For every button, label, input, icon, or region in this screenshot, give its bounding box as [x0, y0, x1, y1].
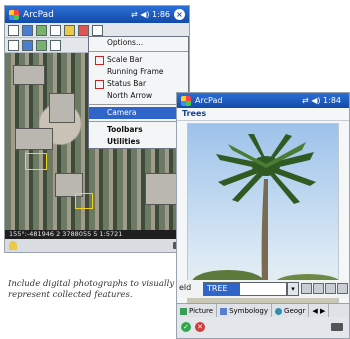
selected-feature[interactable]: [75, 193, 93, 209]
menu-item-north-arrow[interactable]: North Arrow: [89, 90, 188, 102]
zoom-icon[interactable]: [313, 283, 324, 294]
picture-icon: [180, 307, 187, 315]
globe-icon[interactable]: [22, 39, 33, 51]
command-bar: ✓ ✕: [177, 317, 349, 338]
view-menu: Options... Scale Bar Running Frame Statu…: [88, 36, 189, 149]
menu-item-camera[interactable]: Camera: [89, 107, 188, 119]
pointer-icon[interactable]: [8, 39, 19, 51]
tab-strip: Picture Symbology Geogr ◀ ▶: [177, 303, 349, 318]
tab-symbology[interactable]: Symbology: [217, 304, 273, 318]
building: [145, 173, 179, 205]
status-bar: 155°:-481946 2 3788055 5 1:5721: [5, 230, 189, 239]
building: [15, 128, 53, 150]
tool-icon[interactable]: [301, 283, 312, 294]
ok-button[interactable]: ✓: [181, 322, 191, 332]
building: [49, 93, 75, 123]
status-icons: ⇄ ◀) 1:86: [130, 10, 170, 19]
symbology-icon: [220, 307, 228, 315]
photo-icon[interactable]: [325, 283, 336, 294]
title-bar: ArcPad ⇄ ◀) 1:86 ×: [5, 6, 189, 23]
building: [13, 65, 45, 85]
tab-scroll[interactable]: ◀ ▶: [309, 304, 330, 318]
checkbox-icon: [95, 55, 104, 65]
tools-icon[interactable]: [78, 24, 89, 36]
save-icon[interactable]: [22, 24, 33, 36]
chevron-down-icon[interactable]: ▾: [287, 282, 299, 296]
menu-item-options[interactable]: Options...: [89, 37, 188, 49]
tab-geography[interactable]: Geogr: [272, 304, 310, 318]
menu-item-scale-bar[interactable]: Scale Bar: [89, 54, 188, 66]
more-icon[interactable]: [337, 283, 348, 294]
form-title: Trees: [177, 108, 349, 121]
gps-icon[interactable]: [64, 24, 75, 36]
open-icon[interactable]: [8, 24, 19, 36]
windows-start-icon[interactable]: [181, 95, 191, 106]
cancel-button[interactable]: ✕: [195, 322, 205, 332]
selected-feature[interactable]: [25, 153, 47, 170]
windows-start-icon[interactable]: [9, 9, 19, 20]
menu-item-running-frame[interactable]: Running Frame: [89, 66, 188, 78]
edit-icon[interactable]: [50, 24, 61, 36]
field-select[interactable]: TREE: [203, 282, 287, 296]
globe-icon: [275, 307, 283, 315]
lock-icon[interactable]: [9, 241, 17, 250]
keyboard-icon[interactable]: [331, 323, 343, 331]
zoom-icon[interactable]: [50, 39, 61, 51]
add-layer-icon[interactable]: [36, 24, 47, 36]
title-bar: ArcPad ⇄ ◀) 1:84: [177, 93, 349, 108]
menu-icon[interactable]: [92, 24, 103, 36]
status-icons: ⇄ ◀) 1:84: [301, 96, 341, 105]
close-button[interactable]: ×: [174, 9, 185, 20]
checkbox-icon: [95, 79, 104, 89]
menu-item-status-bar[interactable]: Status Bar: [89, 78, 188, 90]
field-value: TREE: [204, 283, 240, 295]
pan-icon[interactable]: [36, 39, 47, 51]
caption: Include digital photographs to visually …: [8, 279, 175, 300]
pda-screen-form: ArcPad ⇄ ◀) 1:84 Trees eld TREE ▾ Pictur…: [176, 92, 350, 339]
menu-item-utilities[interactable]: Utilities: [89, 136, 188, 148]
command-bar: [5, 239, 189, 252]
app-title: ArcPad: [195, 96, 223, 105]
field-label: eld: [179, 283, 192, 292]
app-title: ArcPad: [23, 9, 54, 20]
pda-screen-map: ArcPad ⇄ ◀) 1:86 × Options... Scale Bar …: [4, 5, 190, 253]
menu-item-toolbars[interactable]: Toolbars: [89, 124, 188, 136]
tab-picture[interactable]: Picture: [177, 304, 218, 318]
